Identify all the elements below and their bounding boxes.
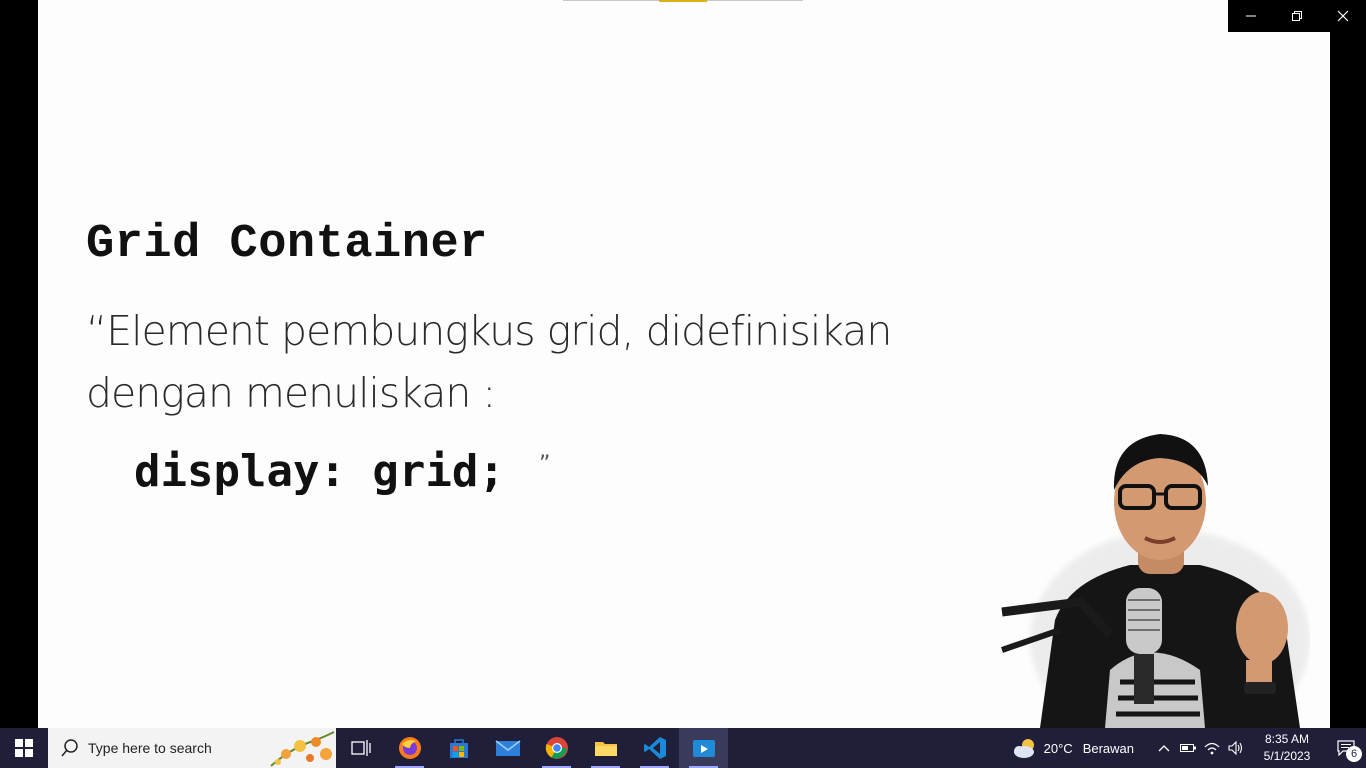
close-icon — [1337, 10, 1349, 22]
taskbar-chrome[interactable] — [532, 728, 581, 768]
windows-icon — [15, 739, 33, 757]
notification-count-badge: 6 — [1346, 746, 1362, 762]
taskbar-file-explorer[interactable] — [581, 728, 630, 768]
restore-button[interactable] — [1274, 0, 1320, 32]
close-button[interactable] — [1320, 0, 1366, 32]
closing-quote: ” — [539, 452, 551, 477]
mail-icon — [495, 740, 520, 756]
speaker-icon — [1228, 741, 1243, 755]
code-snippet: display: grid; — [134, 446, 505, 497]
battery-icon — [1180, 744, 1196, 752]
presentation-slide: Grid Container “Element pembungkus grid,… — [38, 0, 1330, 728]
taskbar-mail[interactable] — [483, 728, 532, 768]
notification-center-button[interactable]: 6 — [1326, 728, 1366, 768]
file-explorer-icon — [594, 742, 617, 756]
taskbar-clock[interactable]: 8:35 AM 5/1/2023 — [1256, 731, 1318, 765]
clock-time: 8:35 AM — [1264, 732, 1310, 746]
clock-date: 5/1/2023 — [1263, 749, 1311, 763]
video-player-icon — [692, 740, 715, 757]
slide-progress-bar — [563, 0, 803, 2]
search-icon — [61, 739, 78, 757]
system-tray: 20°C Berawan 8:35 AM 5/1/2023 6 — [1004, 728, 1366, 768]
wifi-icon — [1204, 742, 1220, 755]
microsoft-store-icon — [449, 739, 468, 758]
chevron-up-icon — [1158, 745, 1170, 752]
video-frame: Grid Container “Element pembungkus grid,… — [0, 0, 1366, 728]
battery-indicator[interactable] — [1176, 743, 1200, 753]
slide-progress-fill — [659, 0, 707, 2]
minimize-icon — [1246, 15, 1256, 17]
chrome-icon — [545, 737, 568, 759]
firefox-icon — [398, 737, 421, 759]
task-view-button[interactable] — [336, 728, 385, 768]
taskbar-microsoft-store[interactable] — [434, 728, 483, 768]
taskbar-firefox[interactable] — [385, 728, 434, 768]
search-placeholder: Type here to search — [88, 740, 212, 756]
weather-temperature: 20°C — [1043, 740, 1073, 756]
definition-line-1: “Element pembungkus grid, didefinisikan — [86, 307, 892, 355]
search-highlight-flowers-icon — [270, 731, 335, 767]
restore-icon — [1292, 11, 1302, 21]
volume-indicator[interactable] — [1224, 741, 1248, 755]
start-button[interactable] — [0, 728, 48, 768]
taskbar-vscode[interactable] — [630, 728, 679, 768]
weather-widget[interactable]: 20°C Berawan — [1004, 728, 1142, 768]
presenter-webcam — [1001, 434, 1310, 728]
taskbar-video-player[interactable] — [679, 728, 728, 768]
network-indicator[interactable] — [1200, 741, 1224, 755]
taskbar-search-box[interactable]: Type here to search — [48, 728, 336, 768]
cloudy-weather-icon — [1013, 739, 1034, 758]
taskbar: Type here to search 20°C Berawan 8:35 AM… — [0, 728, 1366, 768]
definition-line-2: dengan menuliskan : — [86, 369, 496, 417]
show-hidden-icons-button[interactable] — [1152, 744, 1176, 752]
slide-title: Grid Container — [86, 218, 488, 271]
minimize-button[interactable] — [1228, 0, 1274, 32]
vscode-icon — [643, 737, 666, 759]
window-controls — [1228, 0, 1366, 32]
slide-definition: “Element pembungkus grid, didefinisikan … — [86, 300, 906, 424]
weather-condition: Berawan — [1082, 740, 1134, 756]
task-view-icon — [350, 740, 371, 756]
